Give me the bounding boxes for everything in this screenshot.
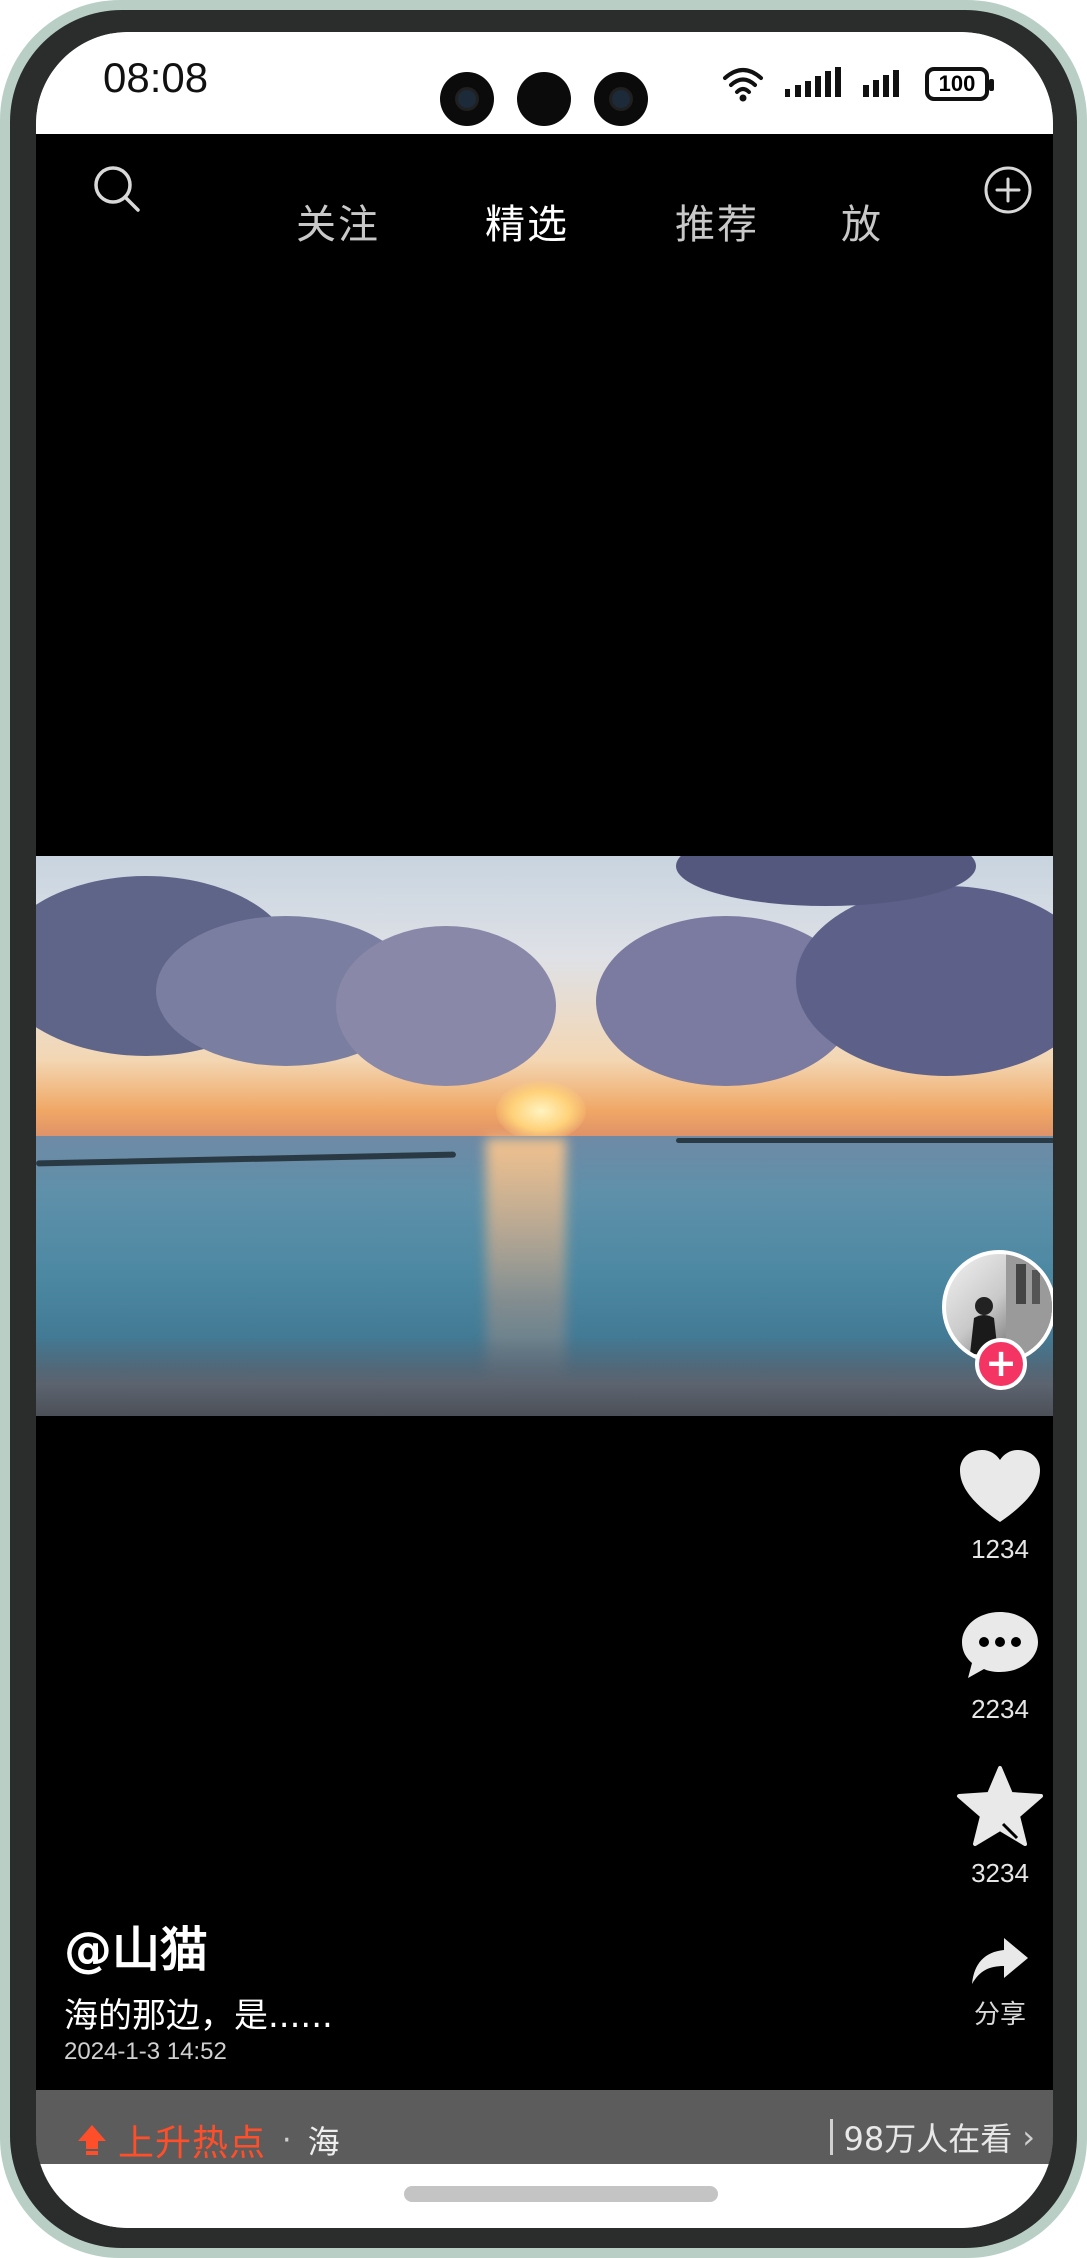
status-time: 08:08 [103, 54, 209, 101]
status-icons: 100 [721, 60, 994, 108]
post-caption: 海的那边，是...... [64, 1996, 333, 2036]
heart-icon [960, 1450, 1040, 1522]
author-username[interactable]: @山猫 [64, 1910, 208, 1980]
video-shore [36, 1336, 1053, 1416]
follow-button[interactable]: + [975, 1338, 1027, 1390]
share-button[interactable]: 分享 [950, 1934, 1050, 2031]
sun [496, 1081, 586, 1141]
screen: 08:08 100 关注 精选 推荐 放 + 1234 2234 3234 分享… [36, 32, 1053, 2228]
tab-partial[interactable]: 放 [841, 192, 883, 250]
search-icon[interactable] [90, 162, 144, 216]
share-label: 分享 [973, 2000, 1026, 2030]
wifi-icon [723, 68, 763, 102]
battery-icon: 100 [925, 67, 994, 101]
trending-left: 上升热点 · 海 [76, 2114, 340, 2166]
divider [830, 2119, 834, 2155]
viewer-count: 98万人在看 [843, 2120, 1013, 2158]
like-count: 1234 [971, 1534, 1029, 1564]
cloud [336, 926, 556, 1086]
signal-icon [785, 67, 841, 97]
like-button[interactable]: 1234 [950, 1448, 1050, 1565]
front-camera-icon [594, 72, 648, 126]
favorite-button[interactable]: 3234 [950, 1764, 1050, 1889]
chevron-right-icon: › [1022, 2118, 1035, 2156]
star-icon [957, 1766, 1043, 1846]
top-nav: 关注 精选 推荐 放 [36, 134, 1053, 294]
signal-icon [863, 70, 899, 97]
plus-circle-icon[interactable] [982, 164, 1034, 216]
favorite-count: 3234 [971, 1858, 1029, 1888]
front-camera-icon [440, 72, 494, 126]
status-bar: 08:08 100 [36, 32, 1053, 134]
post-datetime: 2024-1-3 14:52 [64, 2038, 227, 2065]
arrow-up-icon [78, 2125, 106, 2155]
video-player[interactable] [36, 856, 1053, 1416]
sensor-icon [517, 72, 571, 126]
tab-featured[interactable]: 精选 [485, 192, 569, 250]
video-feed: 关注 精选 推荐 放 + 1234 2234 3234 分享 @山猫 海的那边，… [36, 134, 1053, 2184]
share-icon [972, 1938, 1028, 1984]
tab-follow[interactable]: 关注 [296, 192, 380, 250]
trending-right: 98万人在看 › [830, 2114, 1035, 2160]
trending-separator: · [282, 2122, 292, 2158]
trending-topic: 海 [307, 2123, 340, 2161]
home-indicator[interactable] [404, 2186, 718, 2202]
trending-label: 上升热点 [118, 2123, 267, 2164]
comment-button[interactable]: 2234 [950, 1608, 1050, 1725]
comment-icon [962, 1612, 1038, 1678]
horizon-island [676, 1138, 1053, 1143]
comment-count: 2234 [971, 1694, 1029, 1724]
tab-recommend[interactable]: 推荐 [675, 192, 759, 250]
